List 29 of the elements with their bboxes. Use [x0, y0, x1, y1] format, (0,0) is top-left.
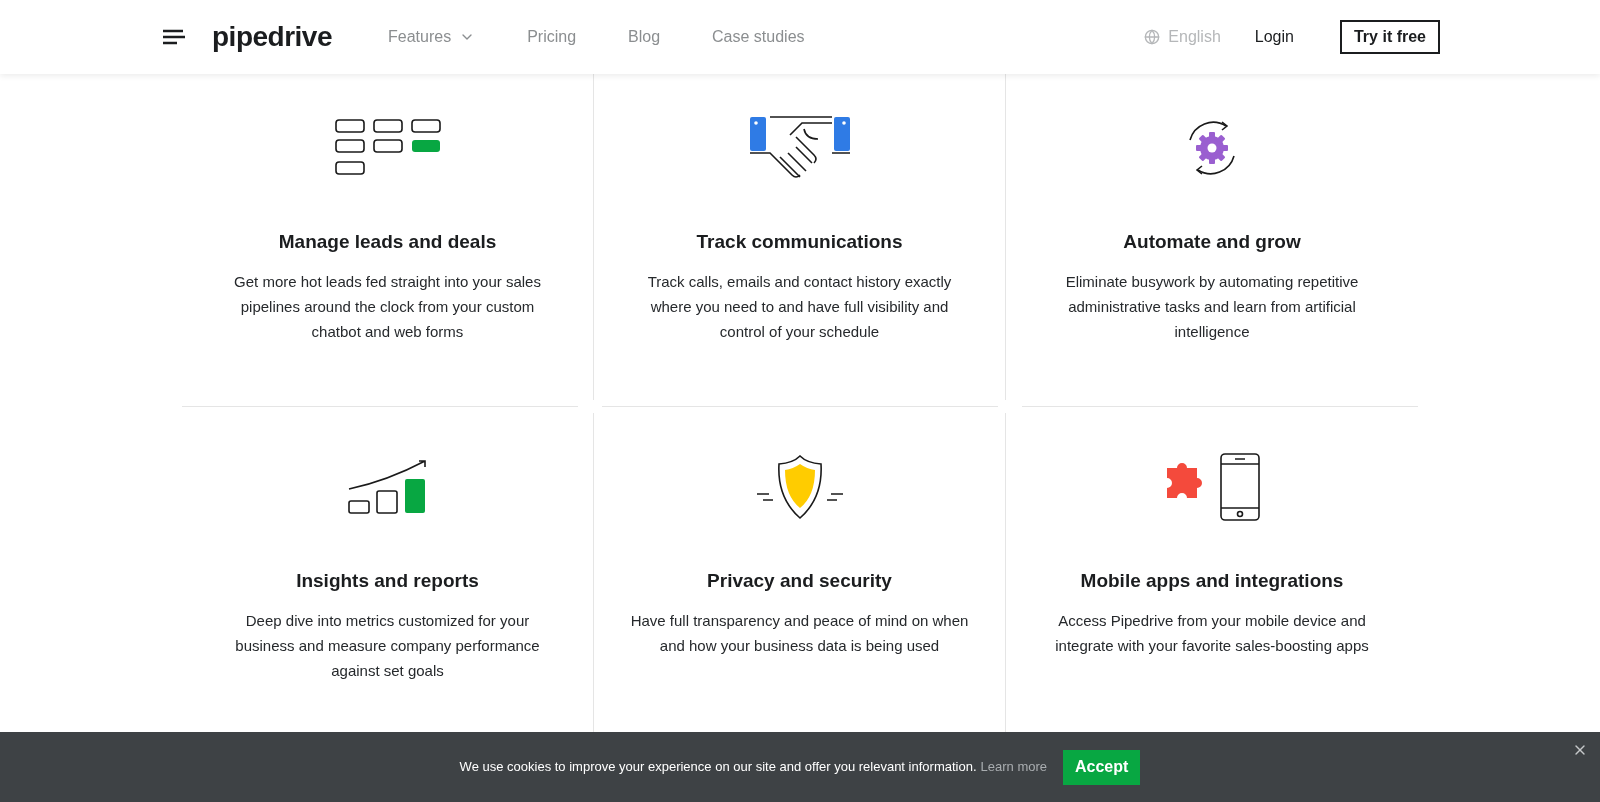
menu-icon[interactable]	[162, 29, 186, 45]
feature-description: Deep dive into metrics customized for your business and measure company performance against set goals	[234, 610, 541, 681]
feature-description: Track calls, emails and contact history exactly where you need to and have full visibility and control of your schedule	[646, 271, 953, 342]
feature-title: Insights and reports	[296, 569, 479, 593]
nav-link[interactable]: Case studies	[712, 25, 805, 49]
kanban-board-icon	[333, 118, 442, 178]
nav-link[interactable]: Features	[388, 25, 476, 49]
nav-link[interactable]: Blog	[628, 25, 661, 49]
language-selector[interactable]: English	[1144, 25, 1221, 49]
logo[interactable]: pipedrive	[212, 16, 332, 58]
login-link[interactable]: Login	[1254, 25, 1294, 49]
try-free-button[interactable]: Try it free	[1339, 20, 1440, 54]
nav-link[interactable]: Pricing	[527, 25, 577, 49]
learn-more-link[interactable]: Learn more	[980, 757, 1047, 777]
feature-title: Manage leads and deals	[278, 230, 497, 254]
feature-title: Automate and grow	[1123, 230, 1301, 254]
feature-description: Access Pipedrive from your mobile device and integrate with your favorite sales-boosting apps	[1054, 610, 1370, 656]
accept-button[interactable]: Accept	[1063, 749, 1141, 785]
feature-description: Eliminate busywork by automating repetitive administrative tasks and learn from artificial intelligence	[1064, 271, 1360, 342]
feature-title: Track communications	[696, 230, 903, 254]
growth-chart-icon	[346, 459, 429, 515]
feature-title: Mobile apps and integrations	[1080, 569, 1344, 593]
shield-icon	[754, 454, 845, 520]
handshake-icon	[747, 115, 852, 181]
globe-icon	[1144, 29, 1161, 45]
cookie-message: We use cookies to improve your experience on our site and offer you relevant information.	[459, 758, 977, 777]
feature-title: Privacy and security	[707, 569, 892, 593]
feature-description: Have full transparency and peace of mind on when and how your business data is being used	[629, 610, 970, 656]
feature-description: Get more hot leads fed straight into your sales pipelines around the clock from your custom chatbot and web forms	[233, 271, 542, 342]
